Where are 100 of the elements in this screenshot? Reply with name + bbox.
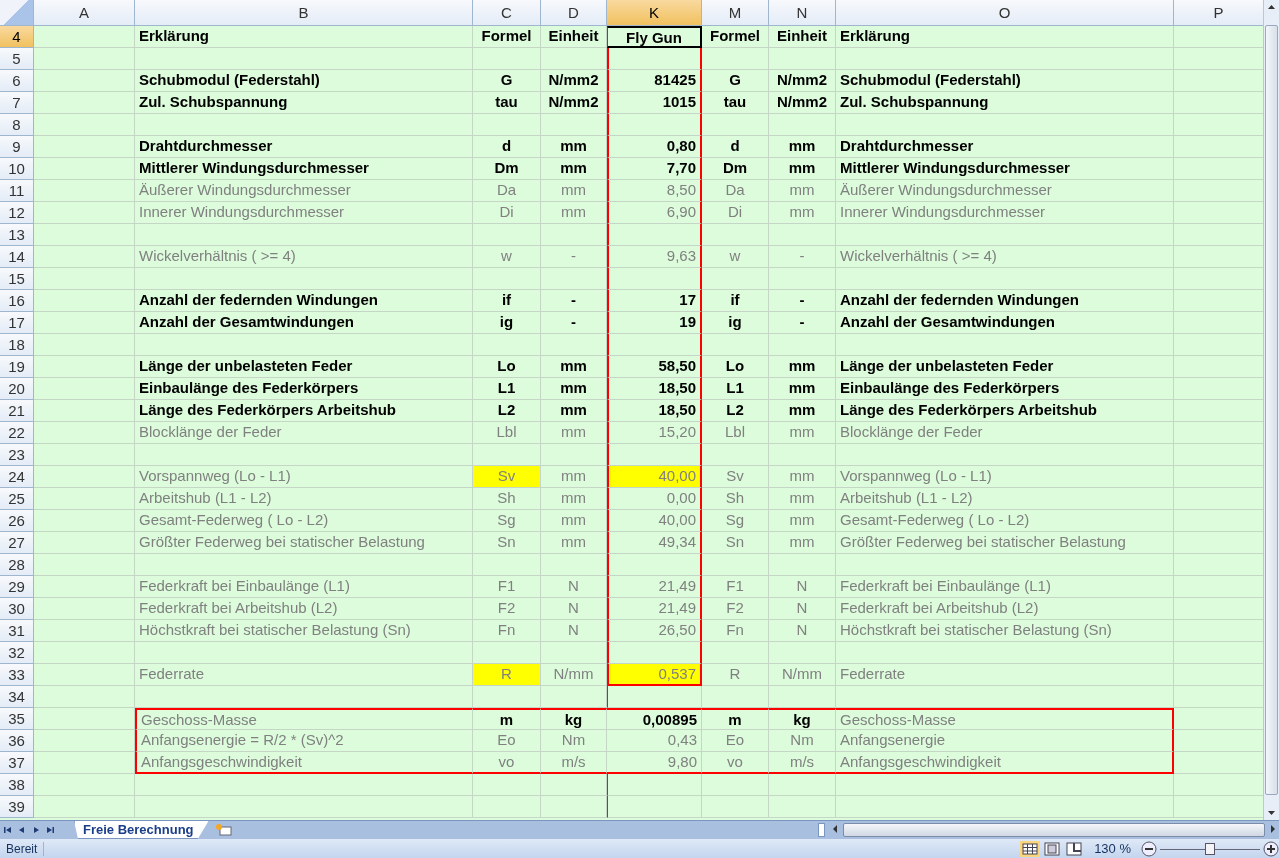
column-header[interactable]: N [769,0,836,26]
sheet-tab[interactable]: Freie Berechnung [74,821,209,839]
column-header[interactable]: D [541,0,607,26]
row-header[interactable]: 35 [0,708,34,730]
row-header[interactable]: 27 [0,532,34,554]
table-cell: Dm [702,158,769,180]
page-break-icon[interactable] [1064,840,1085,857]
row-header[interactable]: 18 [0,334,34,356]
table-cell: mm [541,356,607,378]
table-cell: - [541,246,607,268]
zoom-out-icon[interactable] [1141,840,1157,857]
row-header[interactable]: 34 [0,686,34,708]
vertical-scrollbar[interactable] [1263,0,1279,820]
table-cell: Fn [473,620,541,642]
empty-cell [769,334,836,356]
row-header[interactable]: 30 [0,598,34,620]
table-cell: if [702,290,769,312]
column-header[interactable]: A [34,0,135,26]
row-header[interactable]: 28 [0,554,34,576]
row-header[interactable]: 11 [0,180,34,202]
row-header[interactable]: 5 [0,48,34,70]
row-header[interactable]: 25 [0,488,34,510]
empty-cell [702,334,769,356]
table-cell: Dm [473,158,541,180]
table-cell: Sv [702,466,769,488]
row-header[interactable]: 7 [0,92,34,114]
table-cell: mm [541,422,607,444]
row-header[interactable]: 39 [0,796,34,818]
table-cell: kg [769,708,836,730]
row-header[interactable]: 38 [0,774,34,796]
empty-cell [541,642,607,664]
table-cell: L1 [473,378,541,400]
table-cell: Federkraft bei Einbaulänge (L1) [836,576,1174,598]
table-cell: 21,49 [607,598,702,620]
row-header[interactable]: 26 [0,510,34,532]
normal-view-icon[interactable] [1020,840,1041,857]
row-header[interactable]: 8 [0,114,34,136]
row-header[interactable]: 23 [0,444,34,466]
row-header[interactable]: 21 [0,400,34,422]
table-cell: 18,50 [607,400,702,422]
row-header[interactable]: 14 [0,246,34,268]
column-header[interactable]: K [607,0,702,26]
table-cell: Geschoss-Masse [836,708,1174,730]
table-cell: 0,00895 [607,708,702,730]
table-cell: F1 [702,576,769,598]
empty-cell [473,554,541,576]
row-header[interactable]: 29 [0,576,34,598]
zoom-in-icon[interactable] [1263,840,1279,857]
row-header[interactable]: 12 [0,202,34,224]
row-header[interactable]: 13 [0,224,34,246]
empty-cell [769,642,836,664]
row-header[interactable]: 33 [0,664,34,686]
row-header[interactable]: 36 [0,730,34,752]
row-header[interactable]: 31 [0,620,34,642]
row-header[interactable]: 37 [0,752,34,774]
column-header[interactable]: O [836,0,1174,26]
table-cell: Sn [473,532,541,554]
row-header[interactable]: 17 [0,312,34,334]
table-cell: F1 [473,576,541,598]
row-header[interactable]: 4 [0,26,34,48]
row-header[interactable]: 6 [0,70,34,92]
table-cell: Einbaulänge des Federkörpers [135,378,473,400]
table-cell: Länge der unbelasteten Feder [836,356,1174,378]
row-header[interactable]: 15 [0,268,34,290]
table-cell: Fly Gun [607,26,702,48]
table-cell: mm [769,356,836,378]
row-header[interactable]: 19 [0,356,34,378]
row-header[interactable]: 16 [0,290,34,312]
row-header[interactable]: 10 [0,158,34,180]
table-cell: d [473,136,541,158]
table-cell: N/mm [769,664,836,686]
table-cell: ig [702,312,769,334]
table-cell: Äußerer Windungsdurchmesser [836,180,1174,202]
table-cell: N/mm2 [769,70,836,92]
last-sheet-icon[interactable] [44,824,56,836]
table-cell: Federrate [135,664,473,686]
column-header[interactable]: M [702,0,769,26]
table-cell: G [473,70,541,92]
split-handle[interactable] [818,823,825,837]
table-cell: F2 [702,598,769,620]
row-header[interactable]: 32 [0,642,34,664]
horizontal-scrollbar[interactable] [843,823,1265,837]
row-header[interactable]: 9 [0,136,34,158]
column-header[interactable]: C [473,0,541,26]
column-header[interactable]: P [1174,0,1263,26]
row-header[interactable]: 24 [0,466,34,488]
zoom-slider[interactable] [1160,840,1260,857]
table-cell: Drahtdurchmesser [836,136,1174,158]
row-header[interactable]: 20 [0,378,34,400]
zoom-level[interactable]: 130 % [1084,841,1141,856]
row-header[interactable]: 22 [0,422,34,444]
table-cell: Einheit [541,26,607,48]
table-cell: N [541,576,607,598]
page-layout-icon[interactable] [1042,840,1063,857]
zoom-slider-thumb[interactable] [1205,842,1215,855]
column-header[interactable]: B [135,0,473,26]
table-cell: Di [473,202,541,224]
table-cell: Federrate [836,664,1174,686]
first-sheet-icon[interactable] [2,824,14,836]
table-cell: Schubmodul (Federstahl) [135,70,473,92]
